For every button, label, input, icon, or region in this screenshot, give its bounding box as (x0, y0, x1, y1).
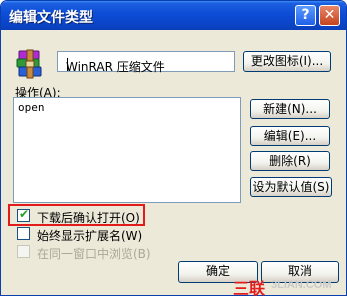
site-watermark: 三联 3LIAN.COM (233, 274, 343, 298)
dialog-body: WinRAR 压缩文件 更改图标(I)... 操作(A): open 新建(N)… (4, 30, 343, 292)
file-type-name-field[interactable]: WinRAR 压缩文件 (57, 51, 235, 74)
confirm-open-checkbox[interactable]: ✔ (17, 207, 30, 222)
watermark-text: 三联 (233, 281, 266, 298)
same-window-label: 在同一窗口中浏览(B) (37, 247, 151, 261)
set-default-button[interactable]: 设为默认值(S) (250, 177, 332, 197)
edit-operation-button[interactable]: 编辑(E)... (250, 126, 330, 146)
delete-operation-button[interactable]: 删除(R) (250, 151, 330, 171)
checkmark-icon: ✔ (19, 207, 30, 221)
window-title: 编辑文件类型 (9, 10, 93, 26)
file-type-name-value: WinRAR 压缩文件 (66, 60, 165, 74)
title-bar[interactable]: 编辑文件类型 ? ✕ (1, 1, 346, 30)
edit-file-type-dialog: 编辑文件类型 ? ✕ WinRAR 压缩文件 更改图标(I)... 操作(A):… (0, 0, 347, 296)
text-caret (67, 58, 68, 71)
operations-list[interactable]: open (13, 97, 241, 203)
show-extension-label: 始终显示扩展名(W) (37, 229, 143, 243)
list-item[interactable]: open (18, 101, 45, 114)
new-operation-button[interactable]: 新建(N)... (250, 99, 330, 119)
change-icon-button[interactable]: 更改图标(I)... (243, 51, 331, 72)
winrar-archive-icon (13, 48, 47, 82)
confirm-open-label: 下载后确认打开(O) (37, 211, 140, 225)
help-button[interactable]: ? (295, 5, 316, 26)
watermark-url: 3LIAN.COM (271, 279, 332, 291)
close-button[interactable]: ✕ (319, 5, 340, 26)
show-extension-checkbox[interactable] (17, 227, 30, 240)
same-window-checkbox (17, 245, 30, 258)
